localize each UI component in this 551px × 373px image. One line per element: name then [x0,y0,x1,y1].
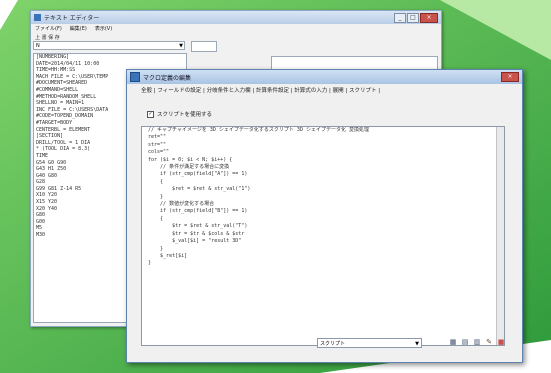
code-line: str="" [148,141,167,148]
list-item[interactable]: DATE=2014/04/11 10:00 [34,61,186,68]
menu-file[interactable]: ファイル(F) [35,25,62,32]
code-line: $tr = $tr & $cols & $str [148,230,245,237]
code-line: $_val[$i] = "result 3D" [148,238,242,245]
code-line: $_ret[$i] [148,252,188,259]
editor-scrollbar[interactable] [496,127,504,345]
code-line: if (str_cmp(field["B"]) == 1) [148,208,248,215]
code-line: } [148,260,152,267]
code-line: ret="" [148,134,167,141]
app-icon [34,14,41,21]
menu-edit[interactable]: 編集(E) [70,25,87,32]
use-script-label: スクリプトを使用する [157,112,213,118]
dialog-titlebar[interactable]: マクロ定義の編集 × [127,70,522,84]
back-small-field[interactable] [191,41,217,52]
code-line: if (str_cmp(field["A"]) == 1) [148,171,248,178]
script-editor[interactable]: // キャプチャイメージを 3D シェイプデータ化するスクリプト 3D シェイプ… [141,126,505,346]
dialog-close-icon[interactable]: × [501,72,519,82]
code-line: for ($i = 0; $i < N; $i++) { [148,156,233,163]
code-line: } [148,245,164,252]
back-select-value: N [36,43,40,49]
code-line: cols="" [148,149,170,156]
use-script-checkbox[interactable]: ✓ スクリプトを使用する [147,110,212,118]
code-lines: // キャプチャイメージを 3D シェイプデータ化するスクリプト 3D シェイプ… [142,127,504,268]
close-icon[interactable]: × [420,12,438,23]
back-window-titlebar[interactable]: テキスト エディター _ □ × [31,11,441,24]
code-line: // 条件が満足する場合に変換 [148,164,230,171]
code-line: $tr = $ret & str_val("T") [148,223,248,230]
dialog-title: マクロ定義の編集 [143,74,192,82]
list-icon[interactable]: ▥ [473,338,481,347]
back-menubar: ファイル(F) 編集(E) 表示(V) [31,24,441,33]
chevron-down-icon[interactable]: ▼ [179,42,183,51]
chevron-down-icon[interactable]: ▼ [415,339,419,349]
dialog-icon [130,72,140,82]
list-item[interactable]: [NUMBERING] [34,54,186,61]
checkbox-icon[interactable]: ✓ [147,110,154,118]
code-line: } [148,193,164,200]
dialog-tabs[interactable]: 全般 | フィールドの設定 | 分岐条件と入力欄 | 計算条件設定 | 計算式の… [141,86,380,94]
code-line: $ret = $ret & str_val("1") [148,186,251,193]
minimize-icon[interactable]: _ [394,12,406,23]
table-icon[interactable]: ▤ [461,338,469,347]
macro-edit-dialog: マクロ定義の編集 × 全般 | フィールドの設定 | 分岐条件と入力欄 | 計算… [126,69,523,363]
grid-icon[interactable]: ▦ [449,338,457,347]
code-line: { [148,178,164,185]
bottom-select[interactable]: スクリプト ▼ [317,338,422,348]
code-line: // 数値が変化する場合 [148,201,215,208]
menu-view[interactable]: 表示(V) [95,25,112,32]
back-field-select[interactable]: N ▼ [33,41,185,50]
bottom-select-value: スクリプト [320,341,346,347]
code-line: { [148,215,164,222]
delete-icon[interactable]: ■ [497,338,505,347]
code-line: // キャプチャイメージを 3D シェイプデータ化するスクリプト 3D シェイプ… [148,127,369,133]
maximize-icon[interactable]: □ [407,12,419,23]
back-window-title: テキスト エディター [44,15,100,22]
edit-icon[interactable]: ✎ [485,338,493,347]
